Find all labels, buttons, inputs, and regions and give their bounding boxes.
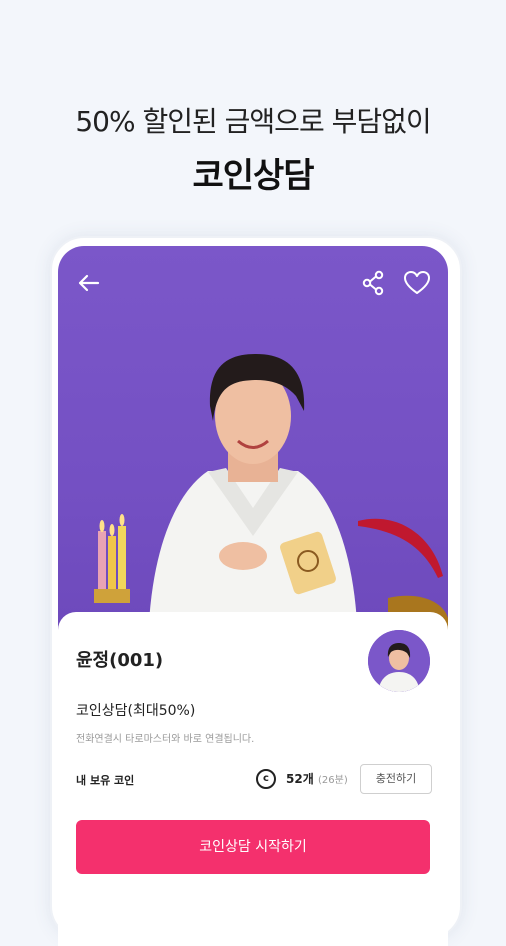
- counselor-photo: [58, 246, 448, 646]
- app-screen: 윤정(001) 코인상담(최대50%) 전화연결시 타로마스터와 바로 연결됩니…: [58, 246, 448, 946]
- coin-minutes: (26분): [318, 775, 348, 786]
- copyright-coin-icon: c: [256, 769, 276, 789]
- coin-label: 내 보유 코인: [76, 774, 135, 787]
- share-icon[interactable]: [358, 268, 388, 298]
- consult-type: 코인상담(최대50%): [76, 703, 196, 719]
- coin-count: 52개: [286, 772, 314, 786]
- avatar[interactable]: [368, 630, 430, 692]
- counselor-card: 윤정(001) 코인상담(최대50%) 전화연결시 타로마스터와 바로 연결됩니…: [58, 612, 448, 946]
- counselor-name: 윤정(001): [76, 650, 164, 671]
- counselor-illustration: [94, 354, 448, 646]
- charge-button[interactable]: 충전하기: [360, 764, 432, 794]
- arrow-left-icon[interactable]: [74, 268, 104, 298]
- headline-title: 코인상담: [192, 156, 314, 196]
- heart-icon[interactable]: [402, 268, 432, 298]
- consult-description: 전화연결시 타로마스터와 바로 연결됩니다.: [76, 734, 255, 745]
- start-consult-button[interactable]: 코인상담 시작하기: [76, 820, 430, 874]
- headline-line1: 50% 할인된 금액으로 부담없이: [75, 105, 431, 138]
